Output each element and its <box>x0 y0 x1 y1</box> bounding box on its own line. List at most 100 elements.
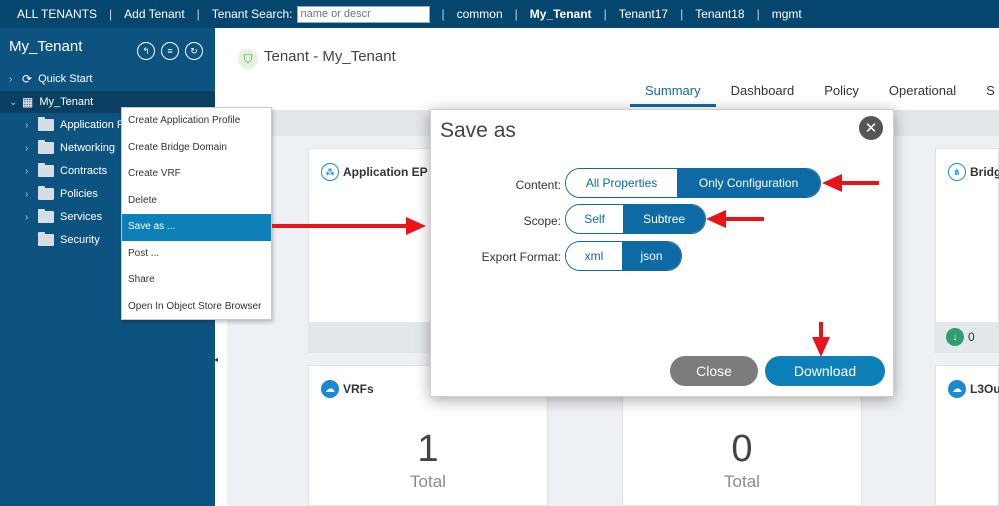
menu-item-delete[interactable]: Delete <box>122 188 271 215</box>
export-format-toggle: xml json <box>565 241 682 271</box>
dialog-title: Save as <box>440 119 516 142</box>
content-option-all-properties[interactable]: All Properties <box>566 169 678 197</box>
content-option-only-configuration[interactable]: Only Configuration <box>677 169 820 197</box>
top-nav-bar: ALL TENANTS | Add Tenant | Tenant Search… <box>0 0 999 28</box>
tree-item-application-profiles[interactable]: › Application P <box>25 114 124 136</box>
separator: | <box>441 7 445 21</box>
card-title: ☁ VRFs <box>321 380 374 398</box>
sidebar-collapse-handle[interactable]: ◂ <box>214 355 221 367</box>
chevron-right-icon[interactable]: › <box>25 120 35 131</box>
quick-start-icon: ⟳ <box>22 72 33 86</box>
tree-item-label: Security <box>60 234 100 246</box>
all-tenants-link[interactable]: ALL TENANTS <box>17 7 97 21</box>
menu-item-open-object-store-browser[interactable]: Open In Object Store Browser <box>122 294 271 321</box>
history-icon[interactable]: ↰ <box>137 42 155 60</box>
tree-item-label: Services <box>60 211 103 223</box>
main-header: ⛉ Tenant - My_Tenant Summary Dashboard P… <box>227 38 999 108</box>
context-menu: Create Application Profile Create Bridge… <box>121 107 272 320</box>
scope-option-subtree[interactable]: Subtree <box>623 205 705 233</box>
tree-item-services[interactable]: › Services <box>25 206 102 228</box>
tenant-link-tenant18[interactable]: Tenant18 <box>695 7 744 21</box>
card-footer: ↓ 0 <box>936 322 998 352</box>
tab-dashboard[interactable]: Dashboard <box>716 83 810 107</box>
folder-icon <box>38 186 54 200</box>
separator: | <box>603 7 607 21</box>
folder-icon <box>38 163 54 177</box>
chevron-down-icon[interactable]: ⌄ <box>9 97 19 108</box>
card-value: 0 <box>731 428 753 470</box>
bridge-icon: ⋔ <box>948 163 966 181</box>
healthy-icon: ↓ <box>946 328 964 346</box>
bridge-domain-card[interactable]: ⋔ Bridg ↓ 0 <box>935 148 999 353</box>
content-label: Content: <box>515 178 561 192</box>
tenant-link-my-tenant[interactable]: My_Tenant <box>530 7 592 21</box>
close-icon[interactable]: ✕ <box>859 116 883 140</box>
card-value: 1 <box>417 428 439 470</box>
menu-item-create-application-profile[interactable]: Create Application Profile <box>122 108 271 135</box>
separator: | <box>109 7 113 21</box>
tree-item-label: Application P <box>60 119 125 131</box>
tenant-link-mgmt[interactable]: mgmt <box>772 7 802 21</box>
export-option-json[interactable]: json <box>622 242 681 270</box>
footer-count: 0 <box>968 330 975 344</box>
separator: | <box>680 7 684 21</box>
card-title: ☁ L3Ou <box>948 380 999 398</box>
scope-option-self[interactable]: Self <box>566 205 624 233</box>
card-title-text: VRFs <box>343 382 374 396</box>
tab-summary[interactable]: Summary <box>630 83 716 107</box>
tree-item-label: Contracts <box>60 165 108 177</box>
chevron-right-icon[interactable]: › <box>25 166 35 177</box>
shield-icon: ⛉ <box>238 49 258 69</box>
l3out-card[interactable]: ☁ L3Ou <box>935 365 999 506</box>
card-value-label: Total <box>410 472 446 491</box>
tab-operational[interactable]: Operational <box>874 83 971 107</box>
card-title-text: Application EP <box>343 165 428 179</box>
tenant-link-common[interactable]: common <box>457 7 503 21</box>
scope-label: Scope: <box>523 214 561 228</box>
scope-toggle: Self Subtree <box>565 204 706 234</box>
tree-item-contracts[interactable]: › Contracts <box>25 160 107 182</box>
close-button[interactable]: Close <box>670 356 758 386</box>
sidebar-toolbar: ↰ ≡ ↻ <box>137 42 203 60</box>
cloud-icon: ☁ <box>321 380 339 398</box>
menu-item-create-bridge-domain[interactable]: Create Bridge Domain <box>122 135 271 162</box>
tenant-link-tenant17[interactable]: Tenant17 <box>619 7 668 21</box>
refresh-icon[interactable]: ↻ <box>185 42 203 60</box>
menu-item-post[interactable]: Post ... <box>122 241 271 268</box>
add-tenant-link[interactable]: Add Tenant <box>124 7 185 21</box>
list-icon[interactable]: ≡ <box>161 42 179 60</box>
card-value-label: Total <box>724 472 760 491</box>
tree-item-security[interactable]: Security <box>25 229 100 251</box>
menu-item-save-as[interactable]: Save as ... <box>122 214 271 241</box>
download-button[interactable]: Download <box>765 356 885 386</box>
chevron-right-icon[interactable]: › <box>9 74 19 85</box>
tab-bar: Summary Dashboard Policy Operational S <box>630 83 999 107</box>
card-title-text: L3Ou <box>970 382 999 396</box>
folder-icon <box>38 117 54 131</box>
export-option-xml[interactable]: xml <box>566 242 623 270</box>
card-title-text: Bridg <box>970 165 999 179</box>
epg-icon: ⁂ <box>321 163 339 181</box>
content-toggle: All Properties Only Configuration <box>565 168 821 198</box>
menu-item-share[interactable]: Share <box>122 267 271 294</box>
chevron-right-icon[interactable]: › <box>25 212 35 223</box>
tab-stats[interactable]: S <box>971 83 999 107</box>
chevron-right-icon[interactable]: › <box>25 143 35 154</box>
tree-item-networking[interactable]: › Networking <box>25 137 115 159</box>
chevron-right-icon[interactable]: › <box>25 189 35 200</box>
tree-item-quick-start[interactable]: › ⟳ Quick Start <box>9 68 92 90</box>
tree-item-label: Policies <box>60 188 98 200</box>
tenant-search-input[interactable] <box>296 5 430 23</box>
tab-policy[interactable]: Policy <box>809 83 874 107</box>
tree-item-policies[interactable]: › Policies <box>25 183 98 205</box>
separator: | <box>514 7 518 21</box>
separator: | <box>196 7 200 21</box>
page-title: Tenant - My_Tenant <box>264 48 396 65</box>
tenant-search-label: Tenant Search: <box>211 7 293 21</box>
menu-item-create-vrf[interactable]: Create VRF <box>122 161 271 188</box>
card-title: ⁂ Application EP <box>321 163 428 181</box>
tree-item-label: Quick Start <box>38 73 93 85</box>
tenant-grid-icon: ▦ <box>22 95 34 109</box>
card-title: ⋔ Bridg <box>948 163 999 181</box>
separator: | <box>756 7 760 21</box>
